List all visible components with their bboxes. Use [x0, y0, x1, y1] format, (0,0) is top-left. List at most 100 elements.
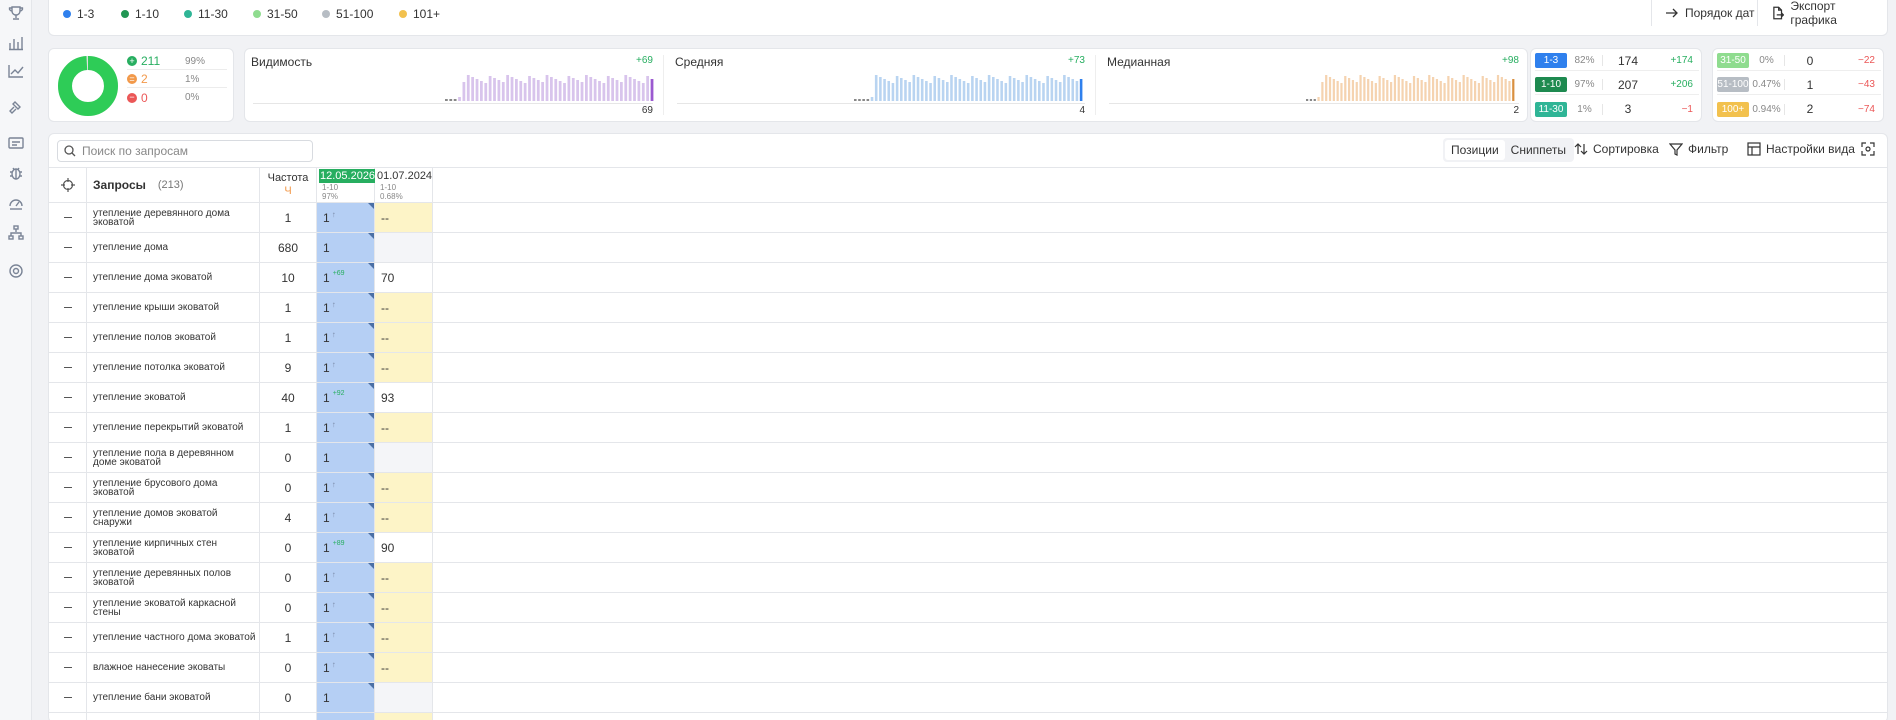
row-action-cell[interactable]	[49, 593, 87, 622]
table-row[interactable]: утепление полов эковатой 1 1 ↑ --	[49, 323, 1887, 353]
table-row[interactable]: утепление крыши эковатой 1 1 ↑ --	[49, 293, 1887, 323]
ad-icon[interactable]	[7, 134, 25, 152]
table-row[interactable]: утепление эковатой каркасной стены 0 1 ↑ --	[49, 593, 1887, 623]
gear-icon[interactable]	[7, 262, 25, 280]
row-action-cell[interactable]	[49, 323, 87, 352]
legend-item-31-50[interactable]: 31-50	[253, 7, 298, 21]
position-cell-date2[interactable]: --	[375, 323, 433, 352]
query-cell[interactable]: утепление кирпичных стен эковатой	[87, 533, 260, 562]
filter-button[interactable]: Фильтр	[1669, 142, 1728, 156]
header-frequency[interactable]: Частота Ч	[260, 168, 317, 202]
query-cell[interactable]: утепление перекрытий эковатой	[87, 413, 260, 442]
query-cell[interactable]: утепление эковатой	[87, 383, 260, 412]
position-cell-date2[interactable]: --	[375, 623, 433, 652]
position-cell-date2[interactable]: --	[375, 203, 433, 232]
query-cell[interactable]: утепление бани эковатой	[87, 683, 260, 712]
metric-average[interactable]: Средняя +73 4	[669, 49, 1095, 121]
position-cell-date2[interactable]	[375, 683, 433, 712]
position-cell-date2[interactable]: 90	[375, 533, 433, 562]
row-action-cell[interactable]	[49, 713, 87, 720]
row-action-cell[interactable]	[49, 383, 87, 412]
position-cell-date1[interactable]: 1 ↑	[317, 473, 375, 502]
table-row[interactable]: утепление деревянного дома эковатой 1 1 ↑ --	[49, 203, 1887, 233]
row-action-cell[interactable]	[49, 503, 87, 532]
position-cell-date2[interactable]: 70	[375, 263, 433, 292]
rank-row-1-3[interactable]: 1-3 82% 174 +174	[1535, 51, 1699, 71]
row-action-cell[interactable]	[49, 683, 87, 712]
hammer-icon[interactable]	[7, 98, 25, 116]
position-cell-date1[interactable]: 1 ↑	[317, 653, 375, 682]
position-cell-date2[interactable]: --	[375, 503, 433, 532]
table-row[interactable]: утепление брусового дома эковатой 0 1 ↑ --	[49, 473, 1887, 503]
legend-item-1-10[interactable]: 1-10	[121, 7, 159, 21]
row-action-cell[interactable]	[49, 623, 87, 652]
position-cell-date1[interactable]: 1 ↑	[317, 563, 375, 592]
position-cell-date1[interactable]: 1 ↑	[317, 623, 375, 652]
trophy-icon[interactable]	[7, 4, 25, 22]
legend-item-1-3[interactable]: 1-3	[63, 7, 94, 21]
position-cell-date1[interactable]: 1 ↑	[317, 353, 375, 382]
row-action-cell[interactable]	[49, 353, 87, 382]
query-cell[interactable]	[87, 713, 260, 720]
table-row[interactable]: утепление пола в деревянном доме эковато…	[49, 443, 1887, 473]
query-cell[interactable]: утепление домов эковатой снаружи	[87, 503, 260, 532]
query-cell[interactable]: утепление деревянного дома эковатой	[87, 203, 260, 232]
table-row[interactable]: утепление перекрытий эковатой 1 1 ↑ --	[49, 413, 1887, 443]
query-cell[interactable]: влажное нанесение эковаты	[87, 653, 260, 682]
rank-row-51-100[interactable]: 51-100 0.47% 1 −43	[1717, 75, 1881, 95]
fullscreen-button[interactable]	[1861, 142, 1875, 156]
table-row[interactable]: влажное нанесение эковаты 0 1 ↑ --	[49, 653, 1887, 683]
position-cell-date2[interactable]	[375, 713, 433, 720]
table-row[interactable]: утепление частного дома эковатой 1 1 ↑ --	[49, 623, 1887, 653]
line-chart-icon[interactable]	[7, 62, 25, 80]
position-cell-date2[interactable]: --	[375, 473, 433, 502]
position-cell-date2[interactable]: --	[375, 413, 433, 442]
position-cell-date1[interactable]: 1 ↑	[317, 323, 375, 352]
view-settings-button[interactable]: Настройки вида	[1747, 142, 1855, 156]
position-cell-date1[interactable]: 1 ↑	[317, 503, 375, 532]
position-cell-date1[interactable]: 1	[317, 443, 375, 472]
header-date-2[interactable]: 01.07.2024 1-10 0.68%	[375, 168, 433, 202]
row-action-cell[interactable]	[49, 233, 87, 262]
legend-item-101-plus[interactable]: 101+	[399, 7, 440, 21]
position-cell-date2[interactable]: --	[375, 353, 433, 382]
query-cell[interactable]: утепление дома эковатой	[87, 263, 260, 292]
position-cell-date2[interactable]	[375, 233, 433, 262]
row-action-cell[interactable]	[49, 413, 87, 442]
position-cell-date2[interactable]	[375, 443, 433, 472]
rank-row-1-10[interactable]: 1-10 97% 207 +206	[1535, 75, 1699, 95]
row-action-cell[interactable]	[49, 653, 87, 682]
position-cell-date1[interactable]: 1 +92	[317, 383, 375, 412]
position-cell-date2[interactable]: --	[375, 563, 433, 592]
table-row[interactable]	[49, 713, 1887, 720]
gauge-icon[interactable]	[7, 194, 25, 212]
search-input[interactable]	[82, 144, 302, 158]
row-action-cell[interactable]	[49, 203, 87, 232]
header-queries[interactable]: Запросы (213)	[87, 168, 260, 202]
bug-icon[interactable]	[7, 164, 25, 182]
position-cell-date1[interactable]: 1 ↑	[317, 593, 375, 622]
rank-row-31-50[interactable]: 31-50 0% 0 −22	[1717, 51, 1881, 71]
row-action-cell[interactable]	[49, 473, 87, 502]
tab-positions[interactable]: Позиции	[1445, 140, 1505, 160]
header-target-cell[interactable]	[49, 168, 87, 202]
metric-visibility[interactable]: Видимость +69 69	[245, 49, 663, 121]
row-action-cell[interactable]	[49, 263, 87, 292]
query-cell[interactable]: утепление дома	[87, 233, 260, 262]
table-row[interactable]: утепление бани эковатой 0 1	[49, 683, 1887, 713]
position-cell-date1[interactable]	[317, 713, 375, 720]
position-cell-date1[interactable]: 1	[317, 233, 375, 262]
position-cell-date2[interactable]: --	[375, 653, 433, 682]
sitemap-icon[interactable]	[7, 224, 25, 242]
query-cell[interactable]: утепление пола в деревянном доме эковато…	[87, 443, 260, 472]
search-box[interactable]	[57, 140, 313, 162]
legend-item-51-100[interactable]: 51-100	[322, 7, 373, 21]
position-cell-date1[interactable]: 1 +89	[317, 533, 375, 562]
table-row[interactable]: утепление деревянных полов эковатой 0 1 ↑ --	[49, 563, 1887, 593]
row-action-cell[interactable]	[49, 293, 87, 322]
sort-button[interactable]: Сортировка	[1574, 142, 1659, 156]
row-action-cell[interactable]	[49, 533, 87, 562]
tab-snippets[interactable]: Сниппеты	[1505, 140, 1572, 160]
bar-chart-icon[interactable]	[7, 34, 25, 52]
row-action-cell[interactable]	[49, 443, 87, 472]
